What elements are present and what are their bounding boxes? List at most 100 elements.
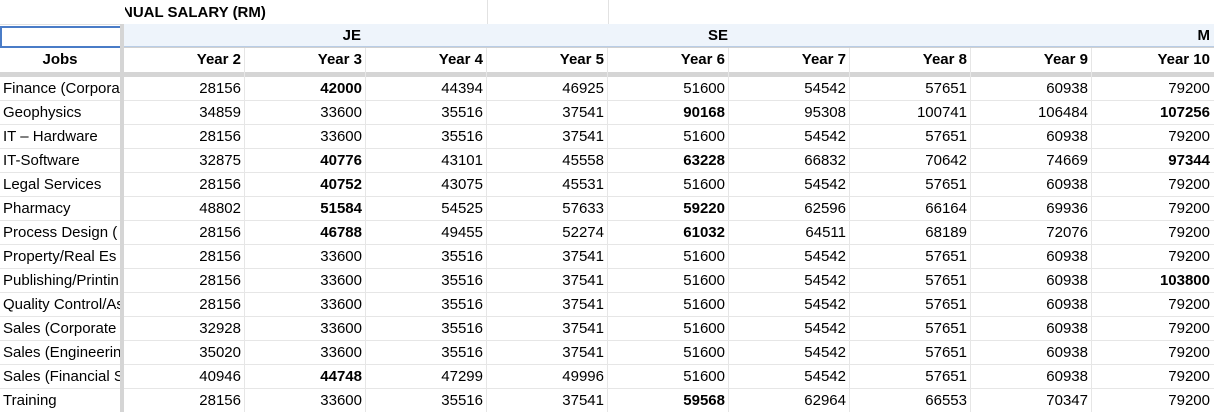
salary-cell[interactable]: 57651 [850,245,971,269]
salary-cell[interactable]: 34859 [124,101,245,125]
salary-cell[interactable]: 95308 [729,101,850,125]
column-header-year[interactable]: Year 7 [729,48,850,72]
salary-cell[interactable]: 46788 [245,221,366,245]
salary-cell[interactable]: 35516 [366,293,487,317]
salary-cell[interactable]: 60938 [971,341,1092,365]
salary-cell[interactable]: 54525 [366,197,487,221]
column-header-year[interactable]: Year 2 [124,48,245,72]
salary-cell[interactable]: 79200 [1092,365,1214,389]
salary-cell[interactable]: 35516 [366,269,487,293]
job-cell[interactable]: Pharmacy [0,197,120,221]
salary-cell[interactable]: 79200 [1092,197,1214,221]
salary-cell[interactable]: 72076 [971,221,1092,245]
salary-cell[interactable]: 54542 [729,269,850,293]
salary-cell[interactable]: 79200 [1092,221,1214,245]
salary-cell[interactable]: 79200 [1092,77,1214,101]
job-cell[interactable]: Legal Services [0,173,120,197]
salary-cell[interactable]: 69936 [971,197,1092,221]
job-cell[interactable]: Process Design ( [0,221,120,245]
salary-cell[interactable]: 35516 [366,389,487,412]
column-header-year[interactable]: Year 4 [366,48,487,72]
salary-cell[interactable]: 51584 [245,197,366,221]
salary-cell[interactable]: 60938 [971,173,1092,197]
salary-cell[interactable]: 33600 [245,317,366,341]
salary-cell[interactable]: 28156 [124,389,245,412]
column-header-year[interactable]: Year 8 [850,48,971,72]
salary-cell[interactable]: 35020 [124,341,245,365]
salary-cell[interactable]: 35516 [366,341,487,365]
salary-cell[interactable]: 107256 [1092,101,1214,125]
job-cell[interactable]: IT – Hardware [0,125,120,149]
salary-cell[interactable]: 57651 [850,341,971,365]
salary-cell[interactable]: 37541 [487,125,608,149]
job-cell[interactable]: Property/Real Es [0,245,120,269]
salary-cell[interactable]: 52274 [487,221,608,245]
salary-cell[interactable]: 40776 [245,149,366,173]
salary-cell[interactable]: 43075 [366,173,487,197]
salary-cell[interactable]: 35516 [366,317,487,341]
salary-cell[interactable]: 51600 [608,245,729,269]
salary-cell[interactable]: 54542 [729,341,850,365]
group-label-je[interactable]: JE [245,27,361,44]
salary-cell[interactable]: 79200 [1092,341,1214,365]
group-label-se[interactable]: SE [608,27,728,44]
salary-cell[interactable]: 60938 [971,317,1092,341]
salary-cell[interactable]: 79200 [1092,245,1214,269]
salary-cell[interactable]: 32928 [124,317,245,341]
salary-cell[interactable]: 70347 [971,389,1092,412]
salary-cell[interactable]: 59568 [608,389,729,412]
salary-cell[interactable]: 60938 [971,77,1092,101]
column-header-jobs[interactable]: Jobs [0,48,120,72]
salary-cell[interactable]: 103800 [1092,269,1214,293]
salary-cell[interactable]: 64511 [729,221,850,245]
salary-cell[interactable]: 33600 [245,389,366,412]
salary-cell[interactable]: 97344 [1092,149,1214,173]
salary-cell[interactable]: 28156 [124,269,245,293]
salary-cell[interactable]: 43101 [366,149,487,173]
salary-cell[interactable]: 35516 [366,245,487,269]
salary-cell[interactable]: 45558 [487,149,608,173]
column-header-year[interactable]: Year 6 [608,48,729,72]
salary-cell[interactable]: 45531 [487,173,608,197]
salary-cell[interactable]: 37541 [487,269,608,293]
job-cell[interactable]: IT-Software [0,149,120,173]
salary-cell[interactable]: 54542 [729,245,850,269]
salary-cell[interactable]: 33600 [245,125,366,149]
salary-cell[interactable]: 74669 [971,149,1092,173]
job-cell[interactable]: Finance (Corpora [0,77,120,101]
salary-cell[interactable]: 62596 [729,197,850,221]
salary-cell[interactable]: 60938 [971,245,1092,269]
salary-cell[interactable]: 66164 [850,197,971,221]
salary-cell[interactable]: 37541 [487,317,608,341]
salary-cell[interactable]: 79200 [1092,293,1214,317]
salary-cell[interactable]: 51600 [608,125,729,149]
salary-cell[interactable]: 42000 [245,77,366,101]
job-cell[interactable]: Publishing/Printin [0,269,120,293]
salary-cell[interactable]: 33600 [245,341,366,365]
salary-cell[interactable]: 60938 [971,269,1092,293]
salary-cell[interactable]: 54542 [729,77,850,101]
salary-cell[interactable]: 59220 [608,197,729,221]
salary-cell[interactable]: 54542 [729,173,850,197]
salary-cell[interactable]: 37541 [487,293,608,317]
salary-cell[interactable]: 51600 [608,269,729,293]
salary-cell[interactable]: 48802 [124,197,245,221]
salary-cell[interactable]: 57651 [850,317,971,341]
salary-cell[interactable]: 33600 [245,269,366,293]
salary-cell[interactable]: 35516 [366,125,487,149]
salary-cell[interactable]: 57633 [487,197,608,221]
job-cell[interactable]: Sales (Financial S [0,365,120,389]
salary-cell[interactable]: 70642 [850,149,971,173]
salary-cell[interactable]: 79200 [1092,125,1214,149]
salary-cell[interactable]: 54542 [729,125,850,149]
salary-cell[interactable]: 28156 [124,245,245,269]
salary-cell[interactable]: 28156 [124,221,245,245]
salary-cell[interactable]: 28156 [124,77,245,101]
salary-cell[interactable]: 57651 [850,77,971,101]
salary-cell[interactable]: 51600 [608,317,729,341]
salary-cell[interactable]: 54542 [729,317,850,341]
job-cell[interactable]: Quality Control/As [0,293,120,317]
salary-cell[interactable]: 49455 [366,221,487,245]
salary-cell[interactable]: 57651 [850,293,971,317]
column-header-year[interactable]: Year 9 [971,48,1092,72]
